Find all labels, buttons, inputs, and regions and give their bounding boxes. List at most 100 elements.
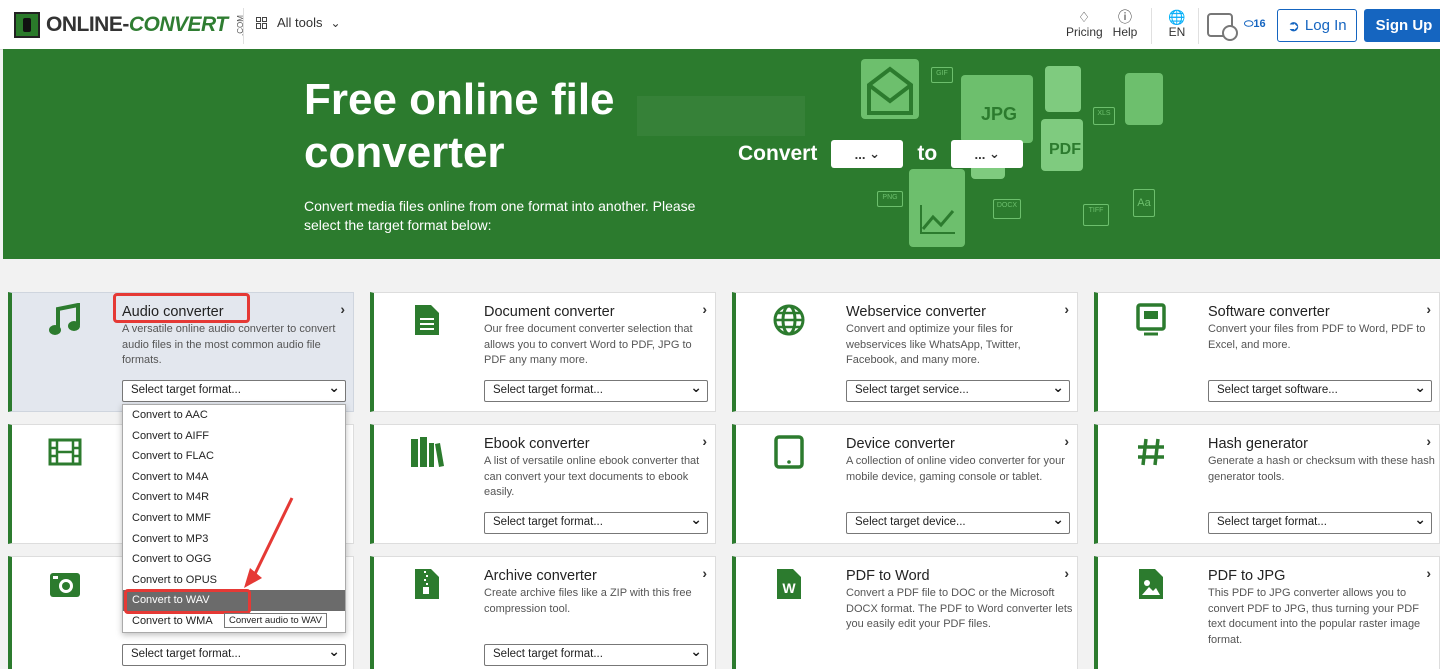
chevron-down-icon: ⌄ xyxy=(330,15,341,30)
film-icon xyxy=(46,433,84,471)
site-logo[interactable]: ONLINE-CONVERT .COM xyxy=(14,10,251,40)
tablet-icon xyxy=(770,433,808,471)
books-icon xyxy=(408,433,446,471)
card-pdf-to-jpg[interactable]: PDF to JPG This PDF to JPG converter all… xyxy=(1094,556,1440,669)
docx-file-icon: DOCX xyxy=(993,199,1021,219)
target-device-select[interactable]: Select target device... xyxy=(846,511,1070,534)
target-format-select[interactable]: Select target format... xyxy=(122,379,346,402)
pricing-label: Pricing xyxy=(1066,25,1103,39)
chevron-right-icon[interactable]: › xyxy=(702,433,707,449)
card-description: A collection of online video converter f… xyxy=(846,455,1065,483)
chevron-right-icon[interactable]: › xyxy=(1426,433,1431,449)
credits-counter[interactable]: ⬭16 xyxy=(1244,18,1266,31)
card-archive-converter[interactable]: Archive converter Create archive files l… xyxy=(370,556,716,669)
tooltip: Convert audio to WAV xyxy=(224,613,327,628)
hero-subtitle: Convert media files online from one form… xyxy=(304,198,696,233)
red-arrow-annotation xyxy=(244,497,294,588)
card-description: Generate a hash or checksum with these h… xyxy=(1208,455,1435,483)
chevron-right-icon[interactable]: › xyxy=(1426,565,1431,581)
divider xyxy=(243,8,244,44)
hero-title: Free online file converter xyxy=(304,75,615,177)
image-file-icon xyxy=(1132,565,1170,603)
card-webservice-converter[interactable]: Webservice converter Convert and optimiz… xyxy=(732,292,1078,412)
jpg-label: JPG xyxy=(981,104,1018,124)
from-format-select[interactable]: ... ⌄ xyxy=(831,140,904,168)
hero-banner: Free online file converter Convert media… xyxy=(3,49,1440,259)
target-service-select[interactable]: Select target service... xyxy=(846,379,1070,402)
dropdown-option-flac[interactable]: Convert to FLAC xyxy=(123,446,345,467)
language-selector[interactable]: 🌐 EN xyxy=(1166,9,1188,39)
dropdown-option-mp3[interactable]: Convert to MP3 xyxy=(123,529,345,550)
highlight-box-wav-option xyxy=(124,589,251,614)
dropdown-option-mmf[interactable]: Convert to MMF xyxy=(123,508,345,529)
card-title[interactable]: Ebook converter xyxy=(484,436,590,452)
camera-icon xyxy=(46,565,84,603)
top-navigation-bar: ONLINE-CONVERT .COM All tools ⌄ ♢ Pricin… xyxy=(0,0,1440,50)
divider xyxy=(1151,8,1152,44)
card-document-converter[interactable]: Document converter Our free document con… xyxy=(370,292,716,412)
target-format-select[interactable]: Select target format... xyxy=(484,379,708,402)
card-pdf-to-word[interactable]: W PDF to Word Convert a PDF file to DOC … xyxy=(732,556,1078,669)
card-title[interactable]: Hash generator xyxy=(1208,436,1308,452)
font-file-icon: Aa xyxy=(1133,189,1155,217)
email-file-icon xyxy=(861,59,919,119)
music-note-icon xyxy=(46,301,84,339)
chevron-right-icon[interactable]: › xyxy=(1064,565,1069,581)
chevron-right-icon[interactable]: › xyxy=(1064,433,1069,449)
chevron-right-icon[interactable]: › xyxy=(340,301,345,317)
card-description: Convert a PDF file to DOC or the Microso… xyxy=(846,587,1073,630)
tiff-file-icon: TIFF xyxy=(1083,204,1109,226)
target-software-select[interactable]: Select target software... xyxy=(1208,379,1432,402)
signup-button[interactable]: Sign Up xyxy=(1364,9,1440,42)
target-format-select[interactable]: Select target format... xyxy=(1208,511,1432,534)
zip-file-icon xyxy=(408,565,446,603)
all-tools-menu[interactable]: All tools ⌄ xyxy=(256,15,341,30)
help-icon: ⓘ xyxy=(1118,9,1132,25)
dropdown-option-aac[interactable]: Convert to AAC xyxy=(123,405,345,426)
image-file-icon xyxy=(1045,66,1081,112)
card-title[interactable]: PDF to JPG xyxy=(1208,568,1285,584)
dropdown-option-ogg[interactable]: Convert to OGG xyxy=(123,549,345,570)
ghost-panel xyxy=(637,96,805,136)
login-button[interactable]: ➲ Log In xyxy=(1277,9,1357,42)
card-title[interactable]: Document converter xyxy=(484,304,615,320)
to-format-select[interactable]: ... ⌄ xyxy=(951,140,1024,168)
monitor-icon xyxy=(1132,301,1170,339)
card-description: This PDF to JPG converter allows you to … xyxy=(1208,587,1421,646)
card-title[interactable]: Webservice converter xyxy=(846,304,986,320)
card-description: Create archive files like a ZIP with thi… xyxy=(484,587,692,615)
card-hash-generator[interactable]: Hash generator Generate a hash or checks… xyxy=(1094,424,1440,544)
credits-icon: ⬭ xyxy=(1244,18,1254,30)
chevron-right-icon[interactable]: › xyxy=(1426,301,1431,317)
target-format-select[interactable]: Select target format... xyxy=(484,511,708,534)
card-device-converter[interactable]: Device converter A collection of online … xyxy=(732,424,1078,544)
grid-icon xyxy=(256,16,268,29)
xls-file-icon: XLS xyxy=(1093,107,1115,125)
chevron-right-icon[interactable]: › xyxy=(702,565,707,581)
card-title[interactable]: Device converter xyxy=(846,436,955,452)
chevron-right-icon[interactable]: › xyxy=(1064,301,1069,317)
login-label: Log In xyxy=(1304,17,1347,34)
card-description: Our free document converter selection th… xyxy=(484,323,693,366)
card-description: A versatile online audio converter to co… xyxy=(122,323,336,366)
card-title[interactable]: Software converter xyxy=(1208,304,1330,320)
to-label: to xyxy=(917,142,938,165)
dropdown-option-m4r[interactable]: Convert to M4R xyxy=(123,487,345,508)
dropdown-option-aiff[interactable]: Convert to AIFF xyxy=(123,426,345,447)
chevron-right-icon[interactable]: › xyxy=(702,301,707,317)
help-link[interactable]: ⓘ Help xyxy=(1111,9,1139,39)
card-title[interactable]: PDF to Word xyxy=(846,568,930,584)
card-title[interactable]: Archive converter xyxy=(484,568,597,584)
dropdown-option-opus[interactable]: Convert to OPUS xyxy=(123,570,345,591)
card-ebook-converter[interactable]: Ebook converter A list of versatile onli… xyxy=(370,424,716,544)
dropdown-option-m4a[interactable]: Convert to M4A xyxy=(123,467,345,488)
all-tools-label: All tools xyxy=(277,15,323,30)
card-description: Convert and optimize your files for webs… xyxy=(846,323,1021,366)
pricing-link[interactable]: ♢ Pricing xyxy=(1066,9,1103,39)
target-format-select[interactable]: Select target format... xyxy=(122,643,346,666)
graph-file-icon xyxy=(909,169,965,247)
logo-icon xyxy=(14,12,40,38)
card-software-converter[interactable]: Software converter Convert your files fr… xyxy=(1094,292,1440,412)
history-icon[interactable] xyxy=(1207,13,1238,41)
target-format-select[interactable]: Select target format... xyxy=(484,643,708,666)
